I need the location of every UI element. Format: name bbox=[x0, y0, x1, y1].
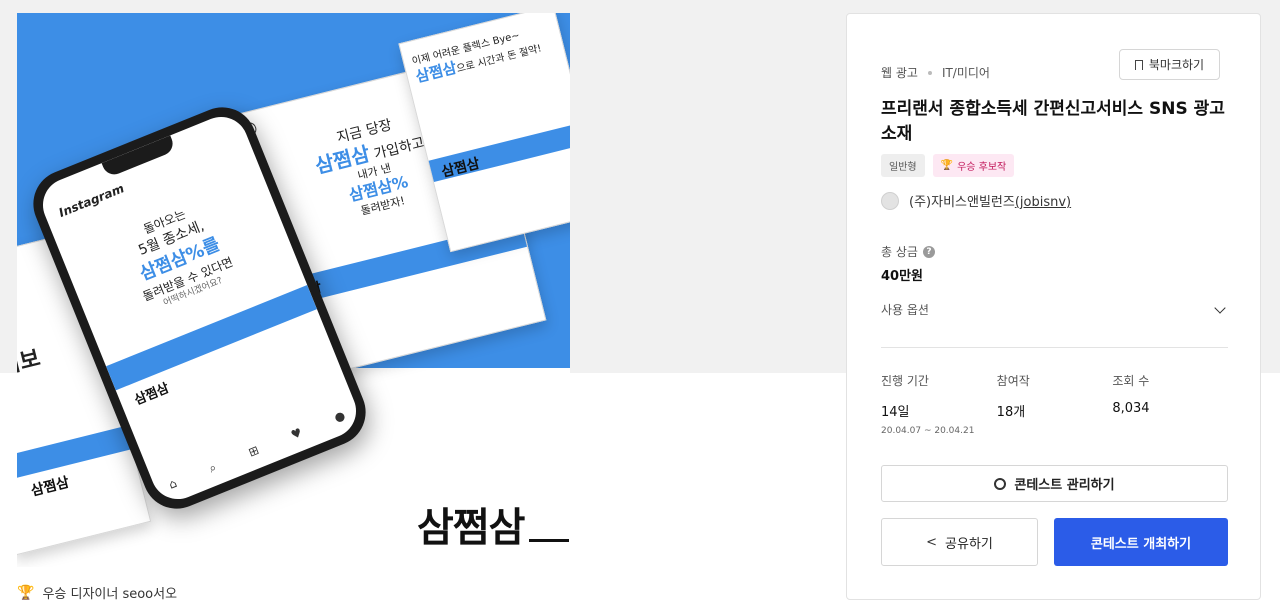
post-left-stripe bbox=[17, 425, 133, 483]
help-icon[interactable]: ? bbox=[922, 245, 935, 258]
host-avatar bbox=[881, 191, 899, 210]
bookmark-button[interactable]: 북마크하기 bbox=[1119, 49, 1220, 80]
artwork-brand-underline bbox=[529, 539, 569, 542]
divider bbox=[881, 347, 1228, 348]
host-name-row[interactable]: (주)자비스앤빌런즈(jobisnv) bbox=[909, 191, 1071, 210]
stat-period-range: 20.04.07 ~ 20.04.21 bbox=[881, 426, 975, 436]
manage-contest-label: 콘테스트 관리하기 bbox=[1014, 478, 1115, 493]
stat-period: 진행 기간 14일 20.04.07 ~ 20.04.21 bbox=[881, 372, 997, 436]
candidate-badge: 🏆 우승 후보작 bbox=[932, 154, 1015, 177]
home-icon: ⌂ bbox=[166, 475, 179, 492]
category-separator bbox=[927, 70, 932, 75]
trophy-icon: 🏆 bbox=[17, 584, 35, 601]
contest-artwork-image[interactable]: 의보 삼쩜삼 지금 당장 삼쩜삼 가입하고 내가 낸 삼쩜삼% 돌려받자! 삼쩜… bbox=[17, 13, 570, 567]
contest-title: 프리랜서 종합소득세 간편신고서비스 SNS 광고 소재 bbox=[881, 99, 1225, 144]
bookmark-icon bbox=[1134, 59, 1143, 70]
stat-views-label: 조회 수 bbox=[1112, 374, 1150, 388]
stat-views-value: 8,034 bbox=[1112, 401, 1150, 416]
prize-value: 40만원 bbox=[881, 269, 924, 284]
search-icon: ⌕ bbox=[206, 459, 219, 476]
winner-designer: 🏆 우승 디자이너 seoo서오 bbox=[17, 583, 177, 603]
phone-app-name: Instagram bbox=[56, 181, 127, 221]
bookmark-label: 북마크하기 bbox=[1148, 58, 1205, 72]
contest-info-panel: 웹 광고 IT/미디어 북마크하기 프리랜서 종합소득세 간편신고서비스 SNS… bbox=[846, 13, 1261, 600]
stat-views: 조회 수 8,034 bbox=[1112, 372, 1228, 436]
gear-icon bbox=[994, 477, 1007, 490]
host-id-link[interactable]: (jobisnv) bbox=[1015, 195, 1071, 210]
profile-icon: ● bbox=[332, 407, 348, 425]
phone-nav-bar: ⌂ ⌕ ⊞ ♥ ● bbox=[167, 408, 348, 493]
contest-badges: 일반형 🏆 우승 후보작 bbox=[881, 154, 1015, 177]
prize-label: 총 상금 bbox=[881, 245, 918, 259]
contest-host: (주)자비스앤빌런즈(jobisnv) bbox=[881, 191, 1071, 210]
candidate-badge-label: 우승 후보작 bbox=[957, 162, 1007, 173]
category-primary[interactable]: 웹 광고 bbox=[881, 64, 918, 81]
stat-period-value: 14일 bbox=[881, 405, 910, 420]
prize-label-row: 총 상금 ? bbox=[881, 243, 935, 260]
heart-icon: ♥ bbox=[288, 425, 305, 443]
post-left-label: 삼쩜삼 bbox=[29, 474, 71, 500]
share-label: 공유하기 bbox=[945, 536, 993, 552]
add-icon: ⊞ bbox=[246, 442, 261, 460]
category-secondary[interactable]: IT/미디어 bbox=[942, 64, 990, 81]
chevron-down-icon bbox=[1214, 301, 1226, 314]
host-contest-button[interactable]: 콘테스트 개최하기 bbox=[1054, 518, 1228, 566]
usage-options-dropdown[interactable]: 사용 옵션 bbox=[881, 301, 1228, 318]
phone-post-label: 삼쩜삼 bbox=[132, 380, 172, 409]
host-name: (주)자비스앤빌런즈 bbox=[909, 195, 1015, 210]
host-contest-label: 콘테스트 개최하기 bbox=[1090, 536, 1192, 552]
trophy-icon: 🏆 bbox=[940, 160, 954, 171]
stat-entries: 참여작 18개 bbox=[997, 372, 1113, 436]
category-breadcrumb: 웹 광고 IT/미디어 bbox=[881, 64, 990, 81]
artwork-brand-logo: 삼쩜삼 bbox=[417, 505, 525, 551]
usage-options-label: 사용 옵션 bbox=[881, 303, 929, 317]
stat-entries-value: 18개 bbox=[996, 405, 1026, 420]
stat-period-label: 진행 기간 bbox=[881, 374, 929, 388]
winner-designer-text[interactable]: 우승 디자이너 seoo서오 bbox=[42, 583, 177, 602]
manage-contest-button[interactable]: 콘테스트 관리하기 bbox=[881, 465, 1228, 502]
share-icon: < bbox=[926, 534, 938, 550]
contest-type-badge: 일반형 bbox=[881, 154, 925, 177]
post-left-text: 의보 bbox=[17, 346, 43, 381]
stat-entries-label: 참여작 bbox=[996, 374, 1030, 388]
share-button[interactable]: < 공유하기 bbox=[881, 518, 1038, 566]
contest-stats: 진행 기간 14일 20.04.07 ~ 20.04.21 참여작 18개 조회… bbox=[881, 372, 1228, 436]
